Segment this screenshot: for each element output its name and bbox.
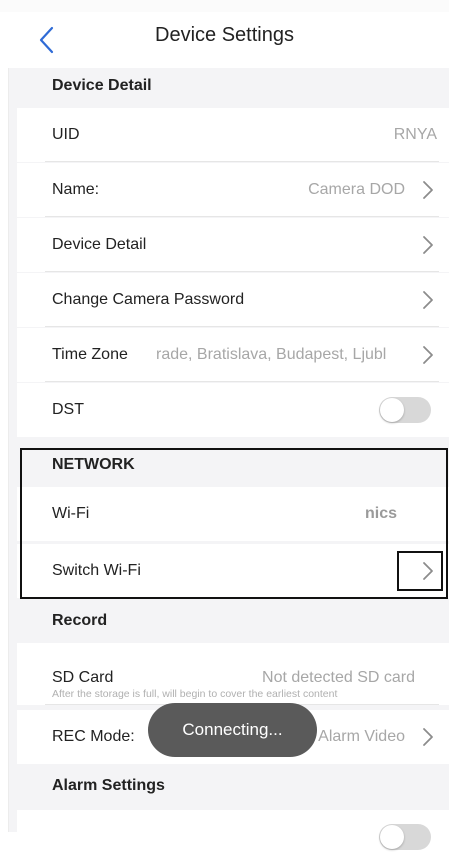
chevron-right-icon [423, 291, 433, 309]
name-value: Camera DOD [308, 181, 405, 198]
switch-wifi-row[interactable]: Switch Wi-Fi [17, 544, 449, 598]
wifi-label: Wi-Fi [52, 505, 90, 522]
chevron-right-icon [423, 346, 433, 364]
chevron-right-icon [423, 236, 433, 254]
divider [45, 381, 439, 382]
switch-wifi-label: Switch Wi-Fi [52, 562, 141, 579]
chevron-right-icon[interactable] [421, 561, 435, 581]
wifi-row: Wi-Fi nics [17, 487, 449, 541]
toggle-knob [380, 825, 404, 849]
alarm-toggle[interactable] [379, 824, 431, 850]
change-password-row[interactable]: Change Camera Password [17, 273, 449, 327]
uid-row: UID RNYA [17, 108, 449, 162]
chevron-right-icon [423, 728, 433, 746]
sd-card-value: Not detected SD card [262, 669, 415, 686]
section-header-alarm: Alarm Settings [9, 768, 449, 808]
connecting-toast: Connecting... [148, 703, 317, 757]
section-header-record: Record [9, 603, 449, 643]
page-title: Device Settings [155, 24, 294, 46]
dst-toggle[interactable] [379, 397, 431, 423]
divider [45, 271, 439, 272]
change-password-label: Change Camera Password [52, 291, 245, 308]
sd-card-hint: After the storage is full, will begin to… [52, 688, 338, 700]
sd-card-row: SD Card Not detected SD card After the s… [17, 643, 449, 705]
section-title: Record [52, 612, 108, 629]
device-detail-label: Device Detail [52, 236, 147, 253]
rec-mode-label: REC Mode: [52, 728, 135, 745]
sd-card-label: SD Card [52, 669, 114, 686]
alarm-row [17, 810, 449, 864]
section-header-device-detail: Device Detail [9, 68, 449, 108]
nav-bar: Device Settings [0, 12, 449, 68]
divider [45, 326, 439, 327]
device-detail-row[interactable]: Device Detail [17, 218, 449, 272]
chevron-right-icon [423, 181, 433, 199]
section-title: Device Detail [52, 77, 152, 94]
name-row[interactable]: Name: Camera DOD [17, 163, 449, 217]
section-title: Alarm Settings [52, 777, 165, 794]
dst-row: DST [17, 383, 449, 437]
time-zone-row[interactable]: Time Zone rade, Bratislava, Budapest, Lj… [17, 328, 449, 382]
time-zone-value: rade, Bratislava, Budapest, Ljubl [156, 346, 387, 363]
section-title: NETWORK [52, 456, 135, 473]
divider [45, 161, 439, 162]
dst-label: DST [52, 401, 84, 418]
divider [45, 216, 439, 217]
toggle-knob [380, 398, 404, 422]
rec-mode-value: Alarm Video [318, 728, 405, 745]
time-zone-label: Time Zone [52, 346, 128, 363]
name-label: Name: [52, 181, 100, 198]
status-strip [0, 0, 449, 12]
section-header-network: NETWORK [9, 447, 449, 487]
uid-label: UID [52, 126, 80, 143]
uid-value: RNYA [393, 126, 437, 143]
wifi-value: nics [364, 505, 397, 522]
